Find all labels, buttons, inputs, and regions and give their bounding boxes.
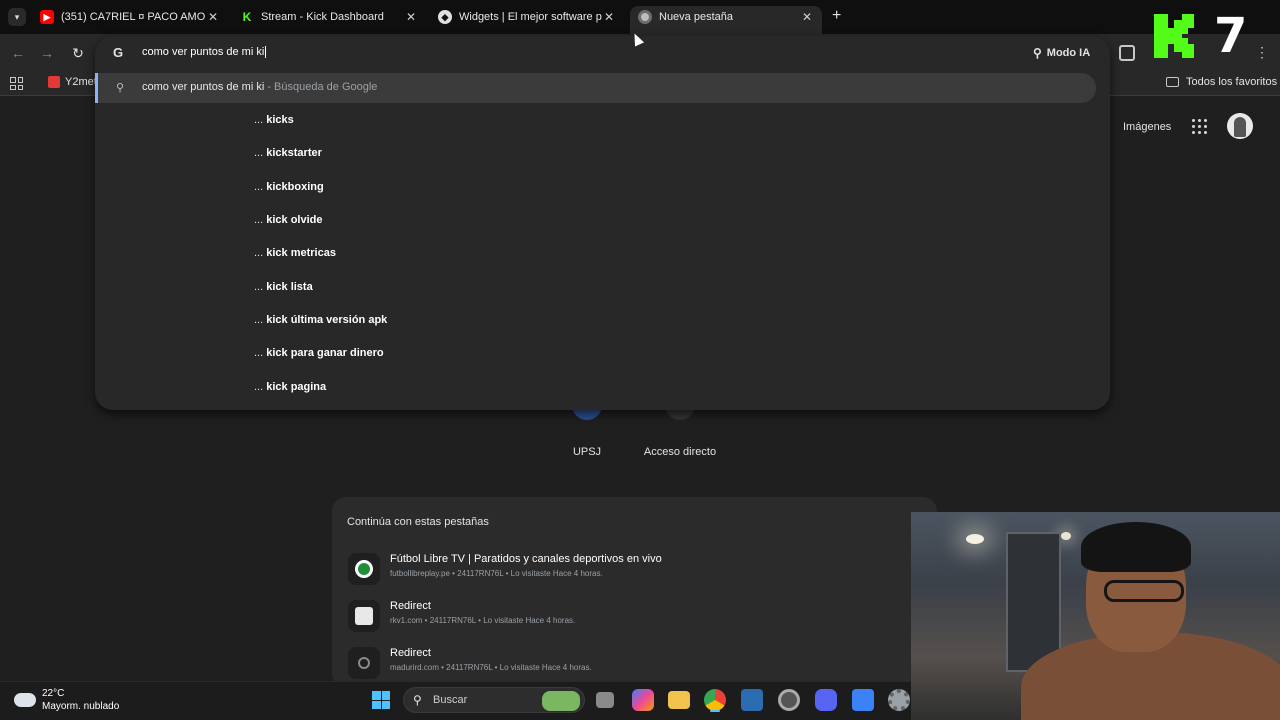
suggestion-item[interactable]: ... kick olvide	[254, 214, 323, 226]
bookmark-label: Todos los favoritos	[1186, 76, 1278, 88]
item-subtitle: rkv1.com • 24117RN76L • Lo visitaste Hac…	[390, 616, 576, 625]
suggestion-top[interactable]: ⚲ como ver puntos de mi ki - Búsqueda de…	[95, 73, 1096, 103]
download-icon	[48, 76, 60, 88]
list-item[interactable]: Fútbol Libre TV | Paratidos y canales de…	[344, 549, 914, 589]
menu-icon[interactable]: ⋮	[1255, 44, 1269, 61]
images-link[interactable]: Imágenes	[1123, 121, 1171, 133]
tab-kick-dashboard[interactable]: K Stream - Kick Dashboard ✕	[240, 6, 418, 28]
forward-icon[interactable]: →	[38, 44, 56, 62]
item-subtitle: futbollibreplay.pe • 24117RN76L • Lo vis…	[390, 569, 603, 578]
google-icon: G	[113, 45, 124, 60]
tab-title: (351) CA7RIEL ¤ PACO AMOROSO	[61, 11, 206, 23]
taskbar-search[interactable]: ⚲ Buscar	[403, 687, 585, 713]
item-subtitle: madurird.com • 24117RN76L • Lo visitaste…	[390, 663, 592, 672]
task-view-icon[interactable]	[596, 692, 614, 708]
close-icon[interactable]: ✕	[206, 10, 220, 24]
search-icon: ⚲	[116, 82, 125, 94]
windows-start-icon[interactable]	[372, 691, 390, 709]
widgets-icon: ◆	[438, 10, 452, 24]
discord-icon[interactable]	[815, 689, 837, 711]
suggestion-item[interactable]: ... kick lista	[254, 281, 313, 293]
temperature: 22°C	[42, 688, 65, 699]
bookmark-label: Y2met	[65, 76, 97, 88]
omnibox-text[interactable]: como ver puntos de mi ki	[142, 46, 267, 59]
shortcut-label: UPSJ	[572, 446, 602, 458]
cloud-sun-icon	[14, 687, 36, 707]
chrome-icon	[638, 10, 652, 24]
copilot-icon[interactable]	[632, 689, 654, 711]
back-icon[interactable]: ←	[9, 44, 27, 62]
kick-icon: K	[240, 10, 254, 24]
google-apps-icon[interactable]	[1192, 119, 1208, 135]
active-app-indicator	[710, 710, 720, 712]
youtube-icon: ▶	[40, 10, 54, 24]
weather-condition: Mayorm. nublado	[42, 701, 120, 712]
weather-widget[interactable]: 22°C Mayorm. nublado	[14, 687, 119, 713]
app-icon[interactable]	[852, 689, 874, 711]
search-sparkle-icon: ⚲	[1033, 46, 1042, 60]
overlay-number: 7	[1214, 8, 1248, 64]
tab-title: Widgets | El mejor software para	[459, 11, 602, 23]
tab-youtube[interactable]: ▶ (351) CA7RIEL ¤ PACO AMOROSO ✕	[40, 6, 220, 28]
suggestion-item[interactable]: ... kick pagina	[254, 381, 326, 393]
close-icon[interactable]: ✕	[404, 10, 418, 24]
close-icon[interactable]: ✕	[602, 10, 616, 24]
folder-icon	[1166, 77, 1179, 87]
suggestion-item[interactable]: ... kicks	[254, 114, 294, 126]
page-icon	[348, 600, 380, 632]
suggestion-item[interactable]: ... kick metricas	[254, 247, 336, 259]
close-icon[interactable]: ✕	[800, 10, 814, 24]
tab-title: Nueva pestaña	[659, 11, 733, 23]
list-item[interactable]: Redirect rkv1.com • 24117RN76L • Lo visi…	[344, 596, 914, 636]
continue-tabs-card: Continúa con estas pestañas Fútbol Libre…	[332, 497, 937, 687]
ai-mode-button[interactable]: ⚲ Modo IA	[1025, 42, 1098, 64]
list-item[interactable]: Redirect madurird.com • 24117RN76L • Lo …	[344, 643, 914, 683]
chrome-taskbar-icon[interactable]	[704, 689, 726, 711]
search-placeholder: Buscar	[433, 694, 468, 706]
suggestion-item[interactable]: ... kick para ganar dinero	[254, 347, 384, 359]
suggestion-item[interactable]: ... kickboxing	[254, 181, 324, 193]
tab-title: Stream - Kick Dashboard	[261, 11, 384, 23]
new-tab-button[interactable]: +	[832, 7, 841, 25]
store-icon[interactable]	[741, 689, 763, 711]
bookmark-y2mate[interactable]: Y2met	[48, 76, 97, 88]
webcam-overlay	[911, 512, 1280, 720]
apps-icon[interactable]	[10, 77, 23, 90]
item-title: Redirect	[390, 647, 431, 659]
all-bookmarks-button[interactable]: Todos los favoritos	[1166, 76, 1277, 88]
continue-title: Continúa con estas pestañas	[347, 516, 489, 528]
tab-new-tab[interactable]: Nueva pestaña ✕	[630, 6, 822, 34]
search-highlight-icon	[542, 691, 580, 711]
suggestion-item[interactable]: ... kick última versión apk	[254, 314, 387, 326]
settings-icon[interactable]	[888, 689, 910, 711]
kick-logo-overlay	[1154, 14, 1194, 58]
tab-search-button[interactable]: ▾	[8, 8, 26, 26]
item-title: Fútbol Libre TV | Paratidos y canales de…	[390, 553, 662, 565]
extensions-icon[interactable]	[1119, 45, 1135, 61]
soccer-ball-icon	[348, 553, 380, 585]
globe-icon	[348, 647, 380, 679]
app-icon[interactable]	[778, 689, 800, 711]
omnibox-dropdown: G como ver puntos de mi ki ⚲ Modo IA ⚲ c…	[95, 36, 1110, 410]
item-title: Redirect	[390, 600, 431, 612]
ai-mode-label: Modo IA	[1046, 47, 1091, 59]
suggestion-item[interactable]: ... kickstarter	[254, 147, 322, 159]
omnibox-input[interactable]: G como ver puntos de mi ki	[95, 36, 1110, 70]
tab-strip: ▾ ▶ (351) CA7RIEL ¤ PACO AMOROSO ✕ K Str…	[0, 0, 1280, 34]
tab-widgets[interactable]: ◆ Widgets | El mejor software para ✕	[438, 6, 616, 28]
search-icon: ⚲	[413, 693, 422, 707]
file-explorer-icon[interactable]	[668, 691, 690, 709]
reload-icon[interactable]: ↻	[69, 44, 87, 62]
shortcut-label: Acceso directo	[643, 446, 717, 458]
suggestion-text: como ver puntos de mi ki - Búsqueda de G…	[142, 81, 378, 93]
avatar[interactable]	[1227, 113, 1253, 139]
